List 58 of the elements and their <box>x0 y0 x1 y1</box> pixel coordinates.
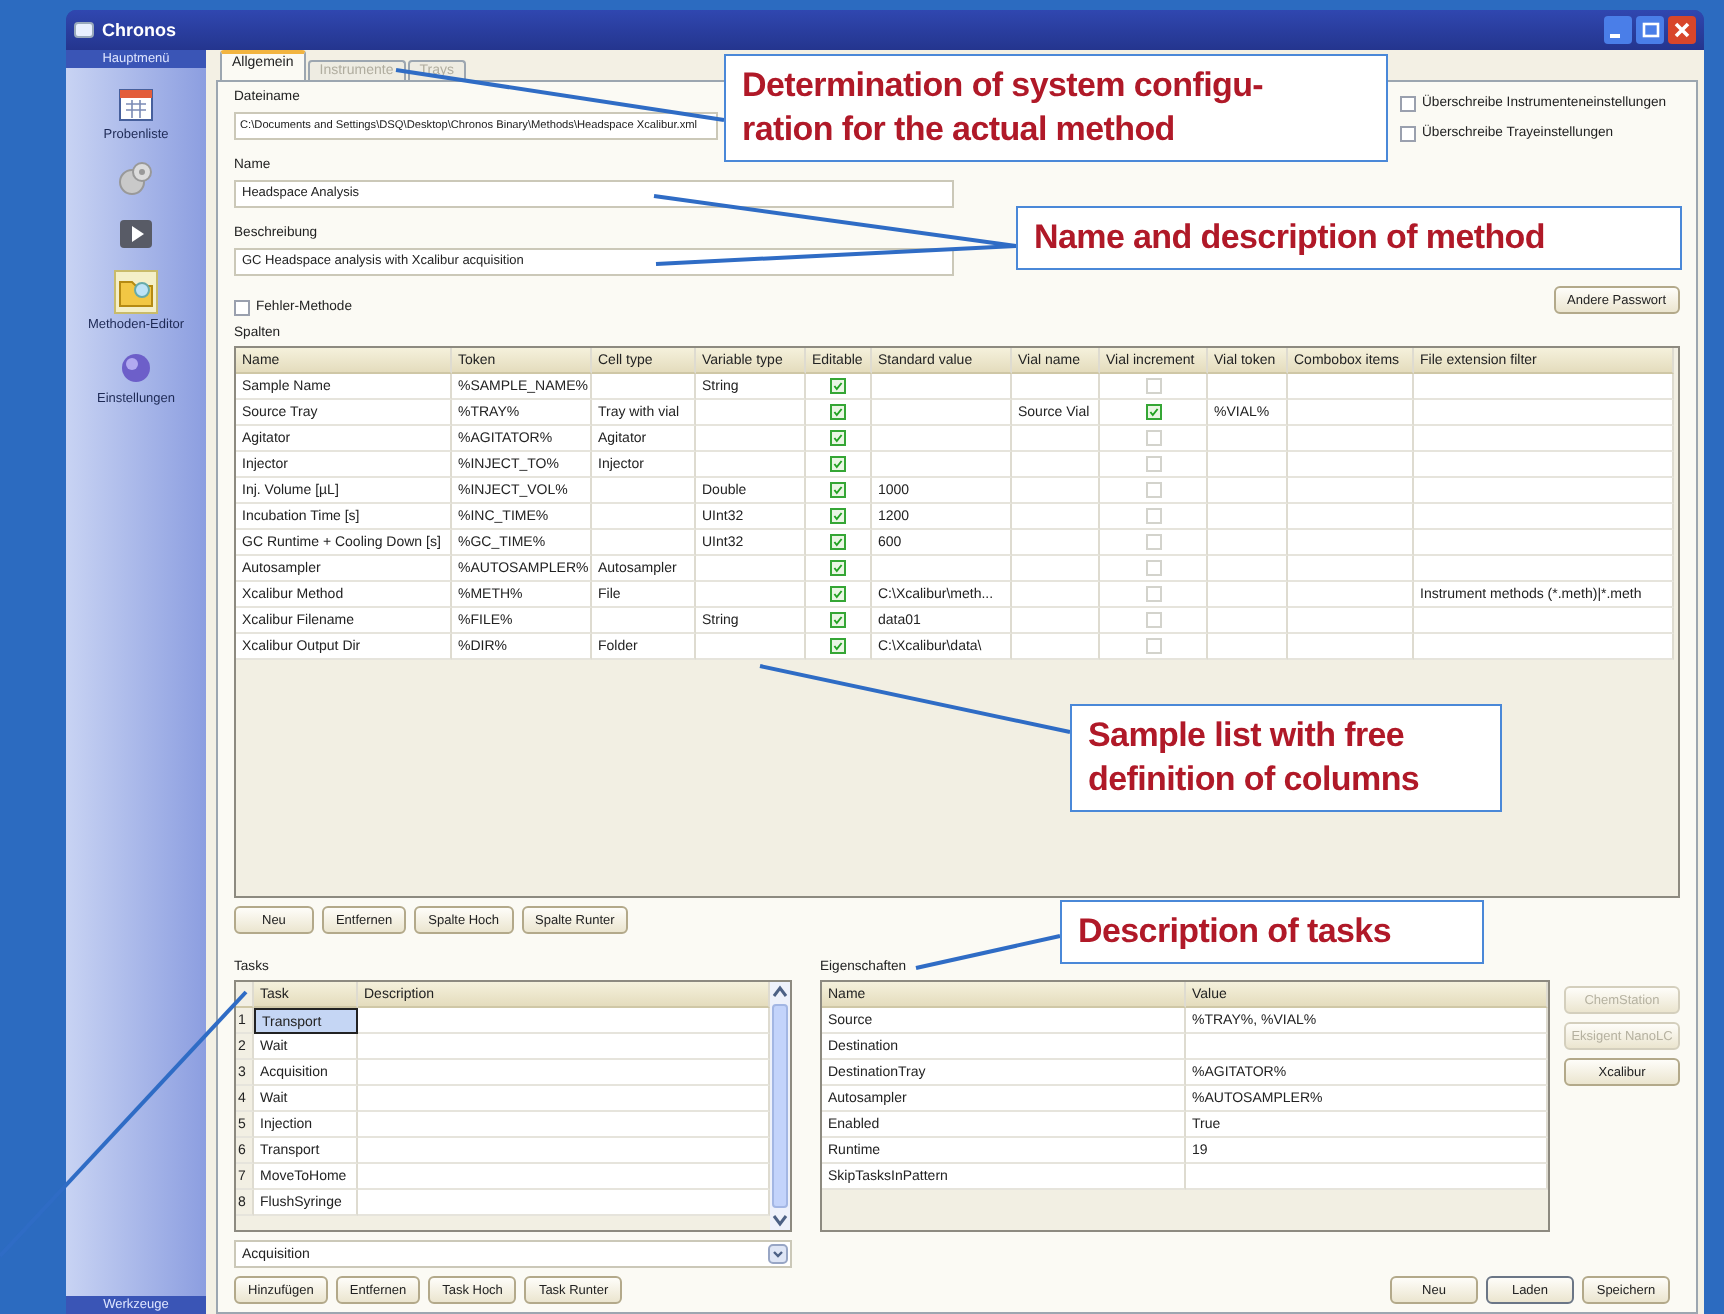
checkbox[interactable] <box>830 482 846 498</box>
checkbox[interactable] <box>1145 534 1161 550</box>
checkbox[interactable] <box>830 378 846 394</box>
annotation-callout: Name and description of method <box>1016 206 1682 270</box>
table-cell <box>1288 582 1414 608</box>
play-icon <box>116 214 156 254</box>
checkbox[interactable] <box>1400 95 1416 111</box>
window-title: Chronos <box>102 20 176 40</box>
checkbox[interactable] <box>234 299 250 315</box>
table-cell <box>1288 504 1414 530</box>
table-cell <box>592 504 696 530</box>
calendar-icon <box>116 84 156 124</box>
annotation-callout: Description of tasks <box>1060 900 1484 964</box>
scroll-up-icon[interactable] <box>770 982 790 1002</box>
checkbox[interactable] <box>1145 430 1161 446</box>
checkbox[interactable] <box>1145 508 1161 524</box>
maximize-icon[interactable] <box>1636 16 1664 44</box>
gear-icon <box>116 158 156 198</box>
annotation-callout: Determination of system configu- ration for the actual method <box>724 54 1388 162</box>
minimize-icon[interactable] <box>1604 16 1632 44</box>
checkbox[interactable] <box>1145 638 1161 654</box>
table-cell <box>1288 608 1414 634</box>
annotation-callout: Sample list with free definition of columns <box>1070 704 1502 812</box>
table-cell <box>1288 400 1414 426</box>
checkbox[interactable] <box>830 560 846 576</box>
checkbox[interactable] <box>830 456 846 472</box>
table-cell <box>1288 452 1414 478</box>
table-cell <box>592 530 696 556</box>
table-cell <box>1288 530 1414 556</box>
table-cell <box>1288 478 1414 504</box>
checkbox[interactable] <box>830 534 846 550</box>
checkbox[interactable] <box>830 586 846 602</box>
sphere-icon <box>116 348 156 388</box>
checkbox[interactable] <box>830 508 846 524</box>
checkbox[interactable] <box>1145 456 1161 472</box>
checkbox[interactable] <box>1145 482 1161 498</box>
checkbox[interactable] <box>830 430 846 446</box>
table-cell <box>1288 556 1414 582</box>
folder-icon <box>114 270 158 314</box>
table-cell <box>592 608 696 634</box>
checkbox[interactable] <box>830 638 846 654</box>
checkbox[interactable] <box>830 612 846 628</box>
table-cell <box>1288 634 1414 660</box>
checkbox[interactable] <box>1145 378 1161 394</box>
table-cell <box>592 374 696 400</box>
table-cell <box>1288 374 1414 400</box>
close-icon[interactable] <box>1668 16 1696 44</box>
table-cell <box>1288 426 1414 452</box>
scrollbar[interactable] <box>770 982 790 1230</box>
checkbox[interactable] <box>1400 125 1416 141</box>
window-icon <box>74 22 94 38</box>
checkbox[interactable] <box>830 404 846 420</box>
table-cell <box>592 478 696 504</box>
scroll-down-icon[interactable] <box>770 1210 790 1230</box>
checkbox[interactable] <box>1145 404 1161 420</box>
checkbox[interactable] <box>1145 560 1161 576</box>
checkbox[interactable] <box>1145 612 1161 628</box>
checkbox[interactable] <box>1145 586 1161 602</box>
